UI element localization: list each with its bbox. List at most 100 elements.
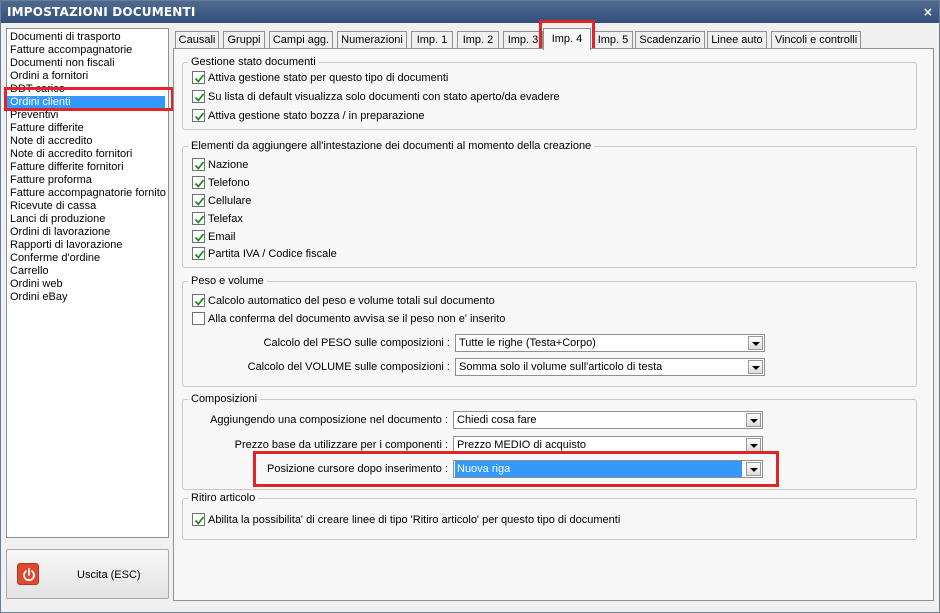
- tab-linee-auto[interactable]: Linee auto: [707, 31, 767, 49]
- field-label: Posizione cursore dopo inserimento :: [267, 463, 448, 475]
- list-item[interactable]: Fatture accompagnatorie: [7, 44, 168, 57]
- tab-imp-1[interactable]: Imp. 1: [411, 31, 453, 49]
- list-item[interactable]: Ordini eBay: [7, 291, 168, 304]
- checkbox-label: Attiva gestione stato per questo tipo di…: [208, 72, 449, 84]
- field-label: Calcolo del PESO sulle composizioni :: [263, 337, 450, 349]
- settings-window: IMPOSTAZIONI DOCUMENTI × Documenti di tr…: [0, 0, 940, 613]
- tab-imp-4[interactable]: Imp. 4: [543, 28, 591, 50]
- checkbox-checked[interactable]: [192, 109, 205, 122]
- tab-numerazioni[interactable]: Numerazioni: [337, 31, 407, 49]
- checkbox-row[interactable]: Su lista di default visualizza solo docu…: [192, 90, 560, 106]
- list-item-selected[interactable]: Ordini clienti: [7, 96, 165, 109]
- chevron-down-icon[interactable]: [748, 336, 763, 350]
- checkbox-row[interactable]: Calcolo automatico del peso e volume tot…: [192, 294, 495, 310]
- tab-campi-agg[interactable]: Campi agg.: [269, 31, 333, 49]
- checkbox-unchecked[interactable]: [192, 312, 205, 325]
- group-title: Ritiro articolo: [188, 491, 259, 505]
- list-item[interactable]: DDT carico: [7, 83, 168, 96]
- field-label: Calcolo del VOLUME sulle composizioni :: [247, 361, 450, 373]
- checkbox-label: Su lista di default visualizza solo docu…: [208, 91, 560, 103]
- checkbox-row[interactable]: Nazione: [192, 158, 248, 174]
- checkbox-checked[interactable]: [192, 194, 205, 207]
- checkbox-checked[interactable]: [192, 212, 205, 225]
- checkbox-row[interactable]: Attiva gestione stato per questo tipo di…: [192, 71, 448, 87]
- group-ritiro-articolo: Ritiro articolo Abilita la possibilita' …: [182, 491, 917, 540]
- select-value: Prezzo MEDIO di acquisto: [457, 439, 586, 451]
- tab-scadenzario[interactable]: Scadenzario: [635, 31, 705, 49]
- group-title: Elementi da aggiungere all'intestazione …: [188, 139, 595, 153]
- checkbox-label: Calcolo automatico del peso e volume tot…: [208, 295, 495, 307]
- checkbox-label: Partita IVA / Codice fiscale: [208, 248, 337, 260]
- posizione-cursore-select[interactable]: Nuova riga: [453, 460, 763, 478]
- list-item[interactable]: Fatture differite fornitori: [7, 161, 168, 174]
- checkbox-label: Cellulare: [208, 195, 252, 207]
- checkbox-row[interactable]: Partita IVA / Codice fiscale: [192, 247, 337, 263]
- select-value: Chiedi cosa fare: [457, 414, 537, 426]
- list-item[interactable]: Ordini a fornitori: [7, 70, 168, 83]
- chevron-down-icon[interactable]: [746, 462, 761, 476]
- list-item[interactable]: Ordini di lavorazione: [7, 226, 168, 239]
- list-item[interactable]: Ricevute di cassa: [7, 200, 168, 213]
- peso-calc-select[interactable]: Tutte le righe (Testa+Corpo): [455, 334, 765, 352]
- checkbox-row[interactable]: Abilita la possibilita' di creare linee …: [192, 513, 620, 529]
- list-item[interactable]: Lanci di produzione: [7, 213, 168, 226]
- list-item[interactable]: Rapporti di lavorazione: [7, 239, 168, 252]
- group-elementi-intestazione: Elementi da aggiungere all'intestazione …: [182, 139, 917, 268]
- checkbox-checked[interactable]: [192, 294, 205, 307]
- list-item[interactable]: Preventivi: [7, 109, 168, 122]
- list-item[interactable]: Ordini web: [7, 278, 168, 291]
- list-item[interactable]: Fatture differite: [7, 122, 168, 135]
- list-item[interactable]: Fatture accompagnatorie fornito: [7, 187, 168, 200]
- tab-imp-2[interactable]: Imp. 2: [457, 31, 499, 49]
- checkbox-row[interactable]: Cellulare: [192, 194, 251, 210]
- list-item[interactable]: Conferme d'ordine: [7, 252, 168, 265]
- chevron-down-icon[interactable]: [746, 438, 761, 452]
- prezzo-base-select[interactable]: Prezzo MEDIO di acquisto: [453, 436, 763, 454]
- tab-imp-5[interactable]: Imp. 5: [593, 31, 633, 49]
- group-title: Composizioni: [188, 392, 261, 406]
- checkbox-checked[interactable]: [192, 158, 205, 171]
- chevron-down-icon[interactable]: [746, 413, 761, 427]
- checkbox-row[interactable]: Telefax: [192, 212, 243, 228]
- power-icon: [17, 563, 39, 585]
- select-value: Nuova riga: [455, 461, 742, 477]
- list-item[interactable]: Note di accredito fornitori: [7, 148, 168, 161]
- checkbox-checked[interactable]: [192, 90, 205, 103]
- checkbox-checked[interactable]: [192, 230, 205, 243]
- list-item[interactable]: Note di accredito: [7, 135, 168, 148]
- list-item[interactable]: Documenti non fiscali: [7, 57, 168, 70]
- composizione-select[interactable]: Chiedi cosa fare: [453, 411, 763, 429]
- list-item[interactable]: Carrello: [7, 265, 168, 278]
- group-title: Peso e volume: [188, 274, 267, 288]
- checkbox-checked[interactable]: [192, 513, 205, 526]
- exit-button[interactable]: Uscita (ESC): [6, 549, 169, 599]
- list-item[interactable]: Documenti di trasporto: [7, 31, 168, 44]
- window-titlebar: IMPOSTAZIONI DOCUMENTI ×: [1, 1, 939, 23]
- checkbox-label: Nazione: [208, 159, 249, 171]
- document-type-list[interactable]: Documenti di trasporto Fatture accompagn…: [6, 28, 169, 538]
- tab-imp-3[interactable]: Imp. 3: [503, 31, 543, 49]
- exit-button-label: Uscita (ESC): [77, 569, 141, 581]
- tab-gruppi[interactable]: Gruppi: [223, 31, 265, 49]
- group-composizioni: Composizioni Aggiungendo una composizion…: [182, 392, 917, 490]
- group-gestione-stato: Gestione stato documenti Attiva gestione…: [182, 55, 917, 130]
- checkbox-label: Attiva gestione stato bozza / in prepara…: [208, 110, 425, 122]
- list-item[interactable]: Fatture proforma: [7, 174, 168, 187]
- checkbox-checked[interactable]: [192, 176, 205, 189]
- checkbox-row[interactable]: Alla conferma del documento avvisa se il…: [192, 312, 505, 328]
- chevron-down-icon[interactable]: [748, 360, 763, 374]
- select-value: Tutte le righe (Testa+Corpo): [459, 337, 596, 349]
- tab-causali[interactable]: Causali: [175, 31, 219, 49]
- close-icon[interactable]: ×: [921, 5, 935, 19]
- volume-calc-select[interactable]: Somma solo il volume sull'articolo di te…: [455, 358, 765, 376]
- window-title: IMPOSTAZIONI DOCUMENTI: [7, 5, 196, 19]
- group-peso-volume: Peso e volume Calcolo automatico del pes…: [182, 274, 917, 387]
- checkbox-row[interactable]: Attiva gestione stato bozza / in prepara…: [192, 109, 424, 125]
- checkbox-checked[interactable]: [192, 247, 205, 260]
- checkbox-checked[interactable]: [192, 71, 205, 84]
- tab-vincoli-e-controlli[interactable]: Vincoli e controlli: [771, 31, 861, 49]
- tab-panel-imp-4: Gestione stato documenti Attiva gestione…: [173, 48, 934, 601]
- checkbox-row[interactable]: Email: [192, 230, 236, 246]
- select-value: Somma solo il volume sull'articolo di te…: [459, 361, 663, 373]
- checkbox-row[interactable]: Telefono: [192, 176, 250, 192]
